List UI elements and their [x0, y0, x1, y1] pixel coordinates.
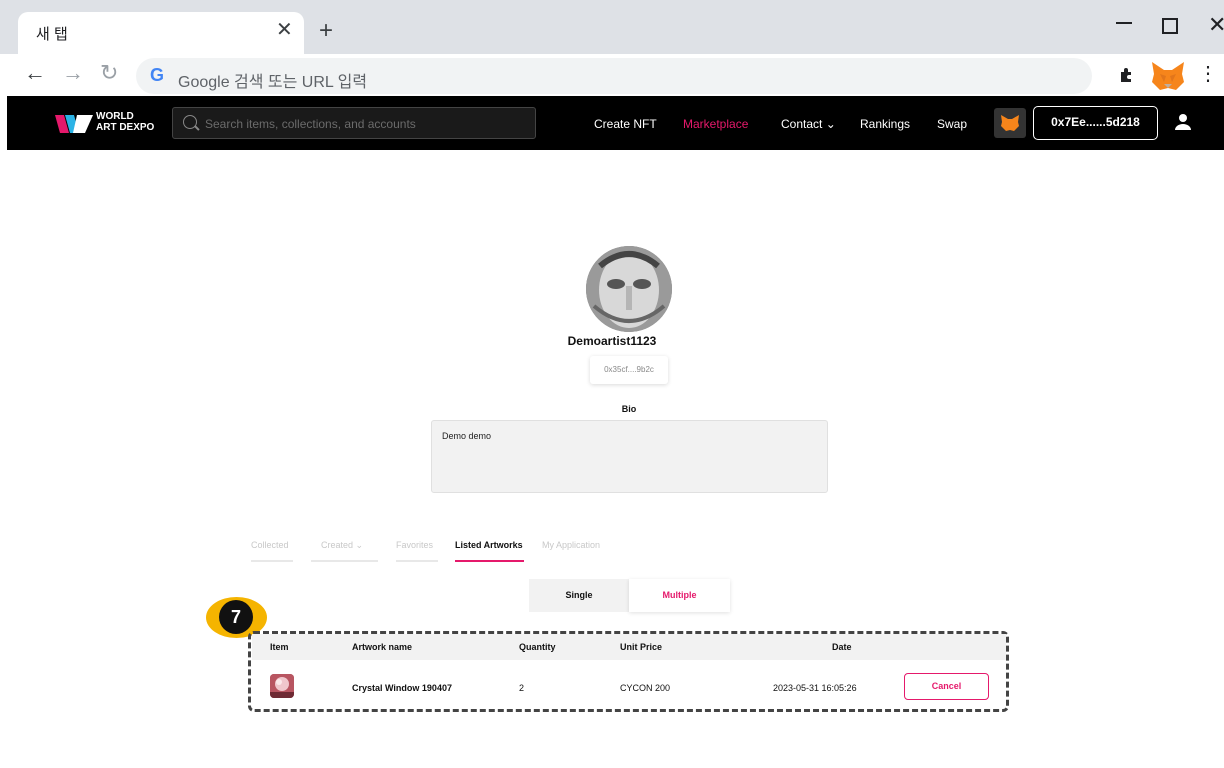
nav-swap[interactable]: Swap [937, 117, 967, 131]
tab-created[interactable]: Created ⌄ [321, 540, 363, 551]
table-header: Item Artwork name Quantity Unit Price Da… [252, 634, 1006, 660]
nav-marketplace[interactable]: Marketplace [683, 117, 748, 131]
profile-username: Demoartist1123 [567, 334, 657, 348]
browser-tab[interactable]: 새 탭 ✕ [18, 12, 304, 54]
col-artwork-name: Artwork name [352, 642, 413, 652]
search-icon [183, 115, 197, 129]
tab-title: 새 탭 [36, 26, 68, 43]
bio-label: Bio [621, 404, 637, 414]
metamask-button[interactable] [994, 108, 1026, 138]
bio-textbox[interactable]: Demo demo [431, 420, 828, 493]
address-bar[interactable]: G Google 검색 또는 URL 입력 [136, 58, 1092, 94]
table-row: Crystal Window 190407 2 CYCON 200 2023-0… [252, 668, 1006, 706]
col-unit-price: Unit Price [620, 642, 663, 652]
nav-create-nft[interactable]: Create NFT [594, 117, 657, 131]
metamask-fox-icon[interactable] [1150, 60, 1186, 92]
window-close-button[interactable]: ✕ [1208, 14, 1224, 36]
cell-quantity: 2 [519, 683, 525, 693]
tab-close-icon[interactable]: ✕ [276, 20, 293, 40]
profile-address-chip[interactable]: 0x35cf....9b2c [590, 356, 668, 384]
site-header: WORLD ART DEXPO Search items, collection… [7, 96, 1224, 150]
tab-listed-artworks-underline [455, 560, 524, 562]
new-tab-button[interactable]: + [319, 19, 333, 43]
badge-number: 7 [219, 600, 253, 634]
bio-text: Demo demo [442, 431, 492, 441]
profile-tabs: Collected Created ⌄ Favorites Listed Art… [0, 540, 1224, 564]
col-date: Date [832, 642, 852, 652]
cancel-listing-button[interactable]: Cancel [904, 673, 989, 700]
browser-tab-bar: 새 탭 ✕ + ✕ [0, 0, 1224, 54]
browser-menu-icon[interactable]: ⋮ [1198, 64, 1218, 84]
tab-favorites-underline [396, 560, 438, 562]
tab-collected-underline [251, 560, 293, 562]
profile-avatar [586, 246, 672, 332]
artwork-image [270, 674, 294, 698]
tab-favorites[interactable]: Favorites [396, 540, 433, 550]
artwork-thumbnail[interactable] [270, 674, 294, 698]
tab-listed-artworks[interactable]: Listed Artworks [455, 540, 523, 550]
tab-collected[interactable]: Collected [251, 540, 289, 550]
google-icon: G [150, 65, 165, 85]
cell-unit-price: CYCON 200 [620, 683, 671, 693]
segment-multiple-button[interactable]: Multiple [629, 579, 730, 612]
nav-rankings[interactable]: Rankings [860, 117, 910, 131]
col-quantity: Quantity [519, 642, 556, 652]
reload-icon[interactable]: ↻ [100, 62, 118, 84]
window-maximize-button[interactable] [1162, 18, 1178, 34]
logo-line-1: WORLD [96, 111, 134, 122]
segment-single-button[interactable]: Single [529, 579, 629, 612]
browser-toolbar: ← → ↻ G Google 검색 또는 URL 입력 ⋮ [0, 54, 1224, 96]
back-icon[interactable]: ← [24, 62, 46, 84]
extensions-puzzle-icon[interactable] [1118, 66, 1136, 84]
search-placeholder: Search items, collections, and accounts [205, 117, 416, 131]
forward-icon[interactable]: → [62, 62, 84, 84]
site-search-input[interactable]: Search items, collections, and accounts [172, 107, 536, 139]
cell-date: 2023-05-31 16:05:26 [773, 683, 857, 693]
address-bar-placeholder: Google 검색 또는 URL 입력 [178, 74, 368, 91]
cell-artwork-name: Crystal Window 190407 [352, 683, 452, 693]
wallet-address-button[interactable]: 0x7Ee......5d218 [1033, 106, 1158, 140]
logo-line-2: ART DEXPO [96, 122, 155, 133]
logo-text: WORLD ART DEXPO [96, 111, 154, 133]
window-minimize-button[interactable] [1116, 22, 1132, 24]
col-item: Item [270, 642, 289, 652]
tab-created-underline [311, 560, 378, 562]
nav-contact[interactable]: Contact ⌄ [781, 117, 836, 131]
tab-my-application[interactable]: My Application [542, 540, 600, 550]
avatar-sculpture-image [586, 246, 672, 332]
metamask-fox-icon [1001, 115, 1019, 131]
user-account-icon[interactable] [1174, 113, 1192, 131]
world-art-dexpo-logo[interactable] [55, 111, 93, 137]
